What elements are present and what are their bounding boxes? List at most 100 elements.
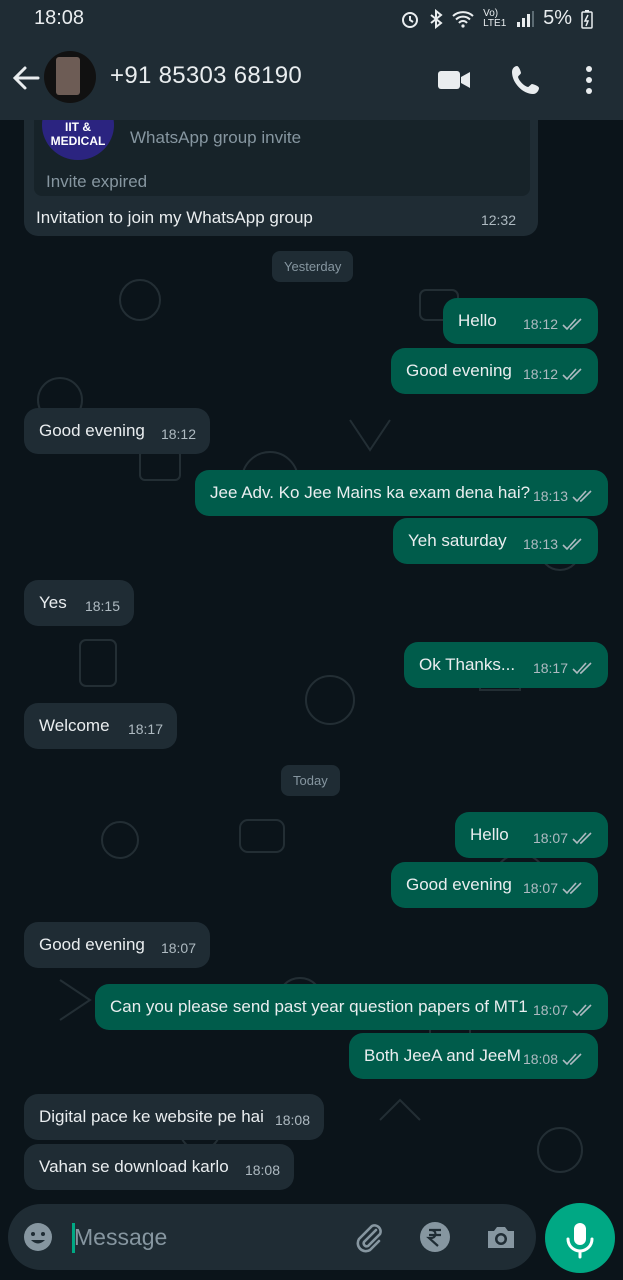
message-time: 18:08 <box>274 1112 310 1128</box>
paperclip-icon[interactable] <box>352 1220 386 1254</box>
read-receipt-icon <box>562 368 582 381</box>
message-text: Yeh saturday <box>408 531 507 550</box>
message-meta: 18:07 <box>161 940 196 956</box>
alarm-icon <box>402 11 419 28</box>
read-receipt-icon <box>562 538 582 551</box>
incoming-message[interactable]: Good evening 18:12 <box>24 408 210 454</box>
battery-percent: 5% <box>543 7 572 29</box>
outgoing-message[interactable]: Can you please send past year question p… <box>95 984 608 1030</box>
message-meta: 18:17 <box>128 721 163 737</box>
message-text: Can you please send past year question p… <box>110 997 528 1016</box>
read-receipt-icon <box>572 662 592 675</box>
outgoing-message[interactable]: Good evening 18:07 <box>391 862 598 908</box>
date-divider-yesterday: Yesterday <box>272 251 354 282</box>
message-time: 18:17 <box>127 721 163 737</box>
message-text: Welcome <box>39 716 110 735</box>
chat-header: +91 85303 68190 <box>0 38 623 120</box>
incoming-message[interactable]: Yes 18:15 <box>24 580 134 626</box>
message-text: Good evening <box>39 935 145 954</box>
message-time: 18:13 <box>532 488 568 504</box>
status-bar: 18:08 Vo) LTE1 5% <box>0 0 623 38</box>
incoming-message[interactable]: Vahan se download karlo 18:08 <box>24 1144 294 1190</box>
message-input[interactable]: Message <box>74 1224 167 1251</box>
message-meta: 18:08 <box>523 1051 586 1067</box>
message-meta: 18:08 <box>245 1162 280 1178</box>
group-logo-text: IIT & MEDICAL <box>50 120 106 148</box>
message-meta: 18:13 <box>523 536 586 552</box>
message-text: Hello <box>458 311 497 330</box>
incoming-message[interactable]: Welcome 18:17 <box>24 703 177 749</box>
message-time: 12:32 <box>480 212 516 228</box>
message-meta: 18:15 <box>85 598 120 614</box>
message-text: Ok Thanks... <box>419 655 516 674</box>
voice-record-button[interactable] <box>545 1203 615 1273</box>
outgoing-message[interactable]: Jee Adv. Ko Jee Mains ka exam dena hai? 1… <box>195 470 608 516</box>
invite-preview[interactable]: IIT & MEDICAL WhatsApp group invite Invi… <box>34 120 530 196</box>
emoji-icon[interactable] <box>22 1221 54 1253</box>
rupee-icon[interactable] <box>418 1220 452 1254</box>
message-composer: Message <box>8 1204 536 1270</box>
incoming-message[interactable]: Digital pace ke website pe hai 18:08 <box>24 1094 324 1140</box>
message-meta: 18:08 <box>275 1112 310 1128</box>
outgoing-message[interactable]: Hello 18:12 <box>443 298 598 344</box>
message-meta: 18:07 <box>533 830 596 846</box>
avatar[interactable] <box>44 51 96 103</box>
message-time: 18:07 <box>532 1002 568 1018</box>
camera-icon[interactable] <box>484 1220 518 1254</box>
outgoing-message[interactable]: Yeh saturday 18:13 <box>393 518 598 564</box>
outgoing-message[interactable]: Both JeeA and JeeM 18:08 <box>349 1033 598 1079</box>
message-time: 18:07 <box>532 830 568 846</box>
group-logo: IIT & MEDICAL <box>42 120 114 160</box>
outgoing-message[interactable]: Hello 18:07 <box>455 812 608 858</box>
video-call-icon[interactable] <box>434 60 474 100</box>
network-label: Vo) LTE1 <box>483 7 507 29</box>
read-receipt-icon <box>562 1053 582 1066</box>
outgoing-message[interactable]: Good evening 18:12 <box>391 348 598 394</box>
message-time: 18:07 <box>522 880 558 896</box>
message-meta: 18:07 <box>533 1002 596 1018</box>
message-meta: 18:07 <box>523 880 586 896</box>
signal-icon <box>517 10 535 27</box>
message-meta: 18:12 <box>523 366 586 382</box>
mic-icon <box>566 1223 594 1259</box>
date-divider-today: Today <box>281 765 340 796</box>
message-time: 18:15 <box>84 598 120 614</box>
read-receipt-icon <box>572 490 592 503</box>
battery-icon <box>581 9 593 29</box>
message-time: 18:12 <box>522 366 558 382</box>
read-receipt-icon <box>572 832 592 845</box>
message-text: Good evening <box>406 875 512 894</box>
more-vert-icon[interactable] <box>569 60 609 100</box>
message-time: 18:12 <box>522 316 558 332</box>
message-meta: 18:12 <box>161 426 196 442</box>
invite-type-label: WhatsApp group invite <box>130 128 302 147</box>
arrow-left-icon[interactable] <box>10 60 42 96</box>
message-text: Vahan se download karlo <box>39 1157 229 1176</box>
message-meta: 18:13 <box>533 488 596 504</box>
message-text: Good evening <box>39 421 145 440</box>
bluetooth-icon <box>430 8 443 29</box>
invite-status: Invite expired <box>46 172 148 191</box>
message-time: 18:17 <box>532 660 568 676</box>
message-meta: 18:17 <box>533 660 596 676</box>
message-text: Good evening <box>406 361 512 380</box>
chat-area[interactable]: IIT & MEDICAL WhatsApp group invite Invi… <box>0 120 623 1200</box>
read-receipt-icon <box>572 1004 592 1017</box>
invite-message-text: Invitation to join my WhatsApp group <box>36 208 313 227</box>
group-invite-message[interactable]: IIT & MEDICAL WhatsApp group invite Invi… <box>24 120 538 236</box>
message-time: 18:08 <box>522 1051 558 1067</box>
wifi-icon <box>452 10 474 28</box>
message-meta: 18:12 <box>523 316 586 332</box>
message-text: Yes <box>39 593 67 612</box>
outgoing-message[interactable]: Ok Thanks... 18:17 <box>404 642 608 688</box>
message-text: Jee Adv. Ko Jee Mains ka exam dena hai? <box>210 483 531 502</box>
phone-icon[interactable] <box>506 60 546 100</box>
incoming-message[interactable]: Good evening 18:07 <box>24 922 210 968</box>
message-text: Both JeeA and JeeM <box>364 1046 521 1065</box>
message-text: Hello <box>470 825 509 844</box>
status-time: 18:08 <box>34 7 85 29</box>
read-receipt-icon <box>562 318 582 331</box>
contact-name[interactable]: +91 85303 68190 <box>110 62 302 90</box>
message-text: Digital pace ke website pe hai <box>39 1107 264 1126</box>
message-time: 18:07 <box>160 940 196 956</box>
